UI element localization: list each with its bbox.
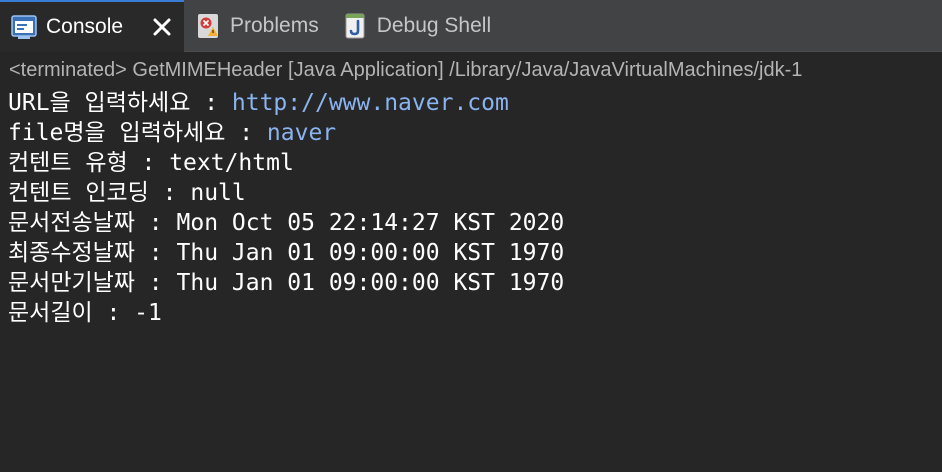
output-line-date: 문서전송날짜 : Mon Oct 05 22:14:27 KST 2020 — [8, 210, 565, 236]
console-view: Console Problems Debug Shell <terminated… — [0, 0, 942, 472]
view-tab-bar: Console Problems Debug Shell — [0, 0, 942, 52]
tab-problems-label: Problems — [230, 14, 319, 37]
output-line-content-type: 컨텐트 유형 : text/html — [8, 150, 294, 176]
tab-problems[interactable]: Problems — [184, 0, 331, 52]
tab-console-label: Console — [46, 15, 124, 38]
url-input-text: http://www.naver.com — [231, 90, 509, 116]
url-prompt: URL을 입력하세요 : — [8, 90, 232, 116]
problems-icon — [198, 14, 218, 38]
console-status-line: <terminated> GetMIMEHeader [Java Applica… — [0, 52, 942, 88]
output-line-file: file명을 입력하세요 : naver — [8, 118, 942, 148]
tab-debug-shell-label: Debug Shell — [376, 14, 492, 37]
output-line-content-length: 문서길이 : -1 — [8, 300, 162, 326]
output-line-last-modified: 최종수정날짜 : Thu Jan 01 09:00:00 KST 1970 — [8, 240, 565, 266]
console-icon — [11, 15, 37, 39]
tab-debug-shell[interactable]: Debug Shell — [331, 0, 503, 52]
output-line-url: URL을 입력하세요 : http://www.naver.com — [8, 88, 942, 118]
debug-shell-icon — [345, 13, 365, 39]
output-line-content-encoding: 컨텐트 인코딩 : null — [8, 180, 246, 206]
file-prompt: file명을 입력하세요 : — [8, 120, 267, 146]
console-output[interactable]: URL을 입력하세요 : http://www.naver.com file명을… — [8, 88, 942, 328]
tab-console[interactable]: Console — [0, 0, 184, 52]
output-line-expiration: 문서만기날짜 : Thu Jan 01 09:00:00 KST 1970 — [8, 270, 565, 296]
file-input-text: naver — [266, 120, 337, 146]
close-icon[interactable] — [152, 17, 172, 37]
